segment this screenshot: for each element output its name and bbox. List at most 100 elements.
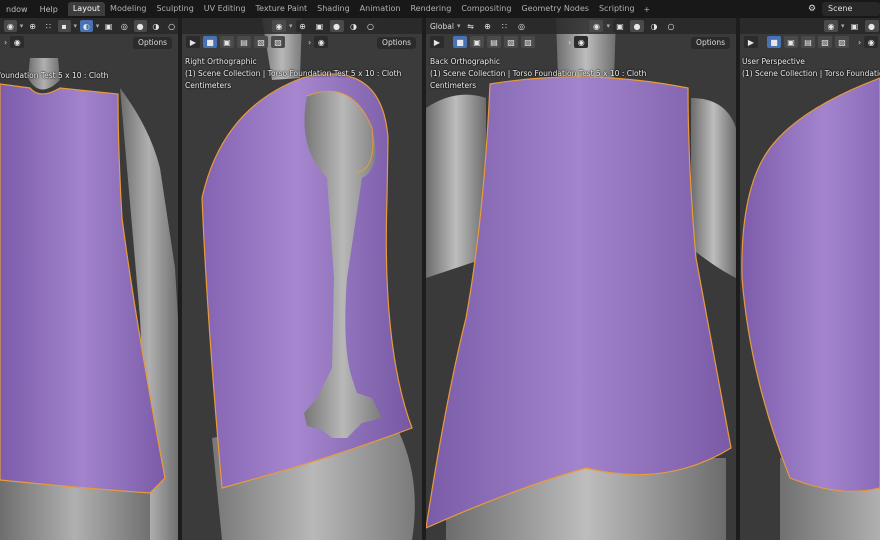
collection-path: (1) Scene Collection | Torso Foundation [742,69,880,78]
gizmo-icon[interactable]: ◉ [864,36,879,48]
chevron-down-icon[interactable]: ▾ [457,22,461,30]
select-mode-new-icon[interactable]: ■ [767,36,781,48]
gizmo-icon[interactable]: ◉ [314,36,329,48]
transform-orientation-dropdown[interactable]: Global [430,22,454,31]
gizmo-icon[interactable]: ◉ [574,36,589,48]
tab-geometry-nodes[interactable]: Geometry Nodes [516,2,593,16]
chevron-right-icon[interactable]: › [568,38,571,47]
shading-solid-icon[interactable]: ● [629,20,644,32]
shading-solid-icon[interactable]: ● [329,20,344,32]
options-dropdown[interactable]: Options [691,37,730,49]
tab-compositing[interactable]: Compositing [456,2,516,16]
xray-icon[interactable]: ▣ [847,20,862,32]
snap-icon[interactable]: ⊕ [480,20,495,32]
chevron-down-icon[interactable]: ▾ [74,22,78,30]
options-dropdown[interactable]: Options [133,37,172,49]
overlay-icon[interactable]: ◐ [80,20,93,32]
tab-layout[interactable]: Layout [67,2,106,16]
viewport-header: Global ▾ ⇋ ⊕ ∷ ◎ ◉ ▾ ▣ ● ◑ ○ [426,18,736,34]
xray-icon[interactable]: ▣ [612,20,627,32]
shading-material-icon[interactable]: ◑ [646,20,661,32]
shading-solid-icon[interactable]: ● [133,20,147,32]
viewport-info: Right Orthographic (1) Scene Collection … [185,56,401,92]
workspace-tabs: Layout Modeling Sculpting UV Editing Tex… [67,0,655,18]
chevron-down-icon[interactable]: ▾ [841,22,845,30]
viewport-front[interactable]: ◉ ▾ ⊕ ∷ ▪ ▾ ◐ ▾ ▣ ◎ ● ◑ ○ › ◉ Options fo… [0,18,178,540]
snap-icon[interactable]: ⊕ [26,20,40,32]
pivot-icon[interactable]: ⇋ [463,20,478,32]
tab-rendering[interactable]: Rendering [405,2,456,16]
select-mode-invert-icon[interactable]: ▧ [818,36,832,48]
menu-window[interactable]: ndow [0,5,34,14]
select-box-icon[interactable]: ▶ [186,36,200,48]
scene-icon[interactable]: ⚙ [804,2,820,16]
view-type-icon[interactable]: ◉ [589,20,604,32]
tab-sculpting[interactable]: Sculpting [151,2,198,16]
chevron-right-icon[interactable]: › [4,38,7,47]
options-dropdown[interactable]: Options [377,37,416,49]
tab-uv-editing[interactable]: UV Editing [199,2,251,16]
collection-path: (1) Scene Collection | Torso Foundation … [430,69,647,78]
tab-animation[interactable]: Animation [355,2,406,16]
chevron-right-icon[interactable]: › [308,38,311,47]
select-box-icon[interactable]: ▶ [430,36,444,48]
add-workspace-button[interactable]: + [640,5,655,14]
viewport-front-canvas [0,18,178,540]
shading-solid-icon[interactable]: ● [864,20,879,32]
view-type-icon[interactable]: ◉ [4,20,17,32]
select-mode-subtract-icon[interactable]: ▤ [487,36,501,48]
grid-icon[interactable]: ∷ [497,20,512,32]
viewport-right-ortho[interactable]: ◉ ▾ ⊕ ▣ ● ◑ ○ ▶ ■ ▣ ▤ ▧ ▨ › ◉ Options Ri… [182,18,422,540]
grid-icon[interactable]: ∷ [42,20,55,32]
viewport-user-perspective[interactable]: ◉ ▾ ▣ ● ▶ ■ ▣ ▤ ▧ ▨ › ◉ User Perspective… [740,18,880,540]
xray-icon[interactable]: ▣ [312,20,327,32]
select-mode-extend-icon[interactable]: ▣ [470,36,484,48]
tab-texture-paint[interactable]: Texture Paint [251,2,313,16]
select-box-icon[interactable]: ▶ [744,36,758,48]
units-label: Centimeters [430,81,477,90]
chevron-down-icon[interactable]: ▾ [20,22,24,30]
chevron-down-icon[interactable]: ▾ [606,22,610,30]
viewport-header: ◉ ▾ ⊕ ∷ ▪ ▾ ◐ ▾ ▣ ◎ ● ◑ ○ [0,18,178,34]
select-mode-subtract-icon[interactable]: ▤ [801,36,815,48]
select-mode-intersect-icon[interactable]: ▨ [835,36,849,48]
viewport-back-ortho[interactable]: Global ▾ ⇋ ⊕ ∷ ◎ ◉ ▾ ▣ ● ◑ ○ ▶ ■ ▣ ▤ ▧ ▨… [426,18,736,540]
viewport-back-canvas [426,18,736,540]
object-icon[interactable]: ▪ [57,20,71,32]
snap-icon[interactable]: ⊕ [295,20,310,32]
shading-material-icon[interactable]: ◑ [149,20,163,32]
shading-material-icon[interactable]: ◑ [346,20,361,32]
chevron-right-icon[interactable]: › [858,38,861,47]
shading-render-icon[interactable]: ○ [363,20,378,32]
view-type-icon[interactable]: ◉ [272,20,286,32]
view-type-icon[interactable]: ◉ [824,20,838,32]
select-mode-invert-icon[interactable]: ▧ [504,36,518,48]
scene-name-field[interactable]: Scene [822,2,880,16]
proportional-icon[interactable]: ◎ [514,20,529,32]
viewport-header: ◉ ▾ ⊕ ▣ ● ◑ ○ [182,18,422,34]
select-mode-intersect-icon[interactable]: ▨ [521,36,535,48]
select-mode-new-icon[interactable]: ■ [453,36,467,48]
select-mode-intersect-icon[interactable]: ▨ [271,36,285,48]
chevron-down-icon[interactable]: ▾ [96,22,100,30]
select-mode-extend-icon[interactable]: ▣ [220,36,234,48]
shading-render-icon[interactable]: ○ [663,20,678,32]
shading-render-icon[interactable]: ○ [165,20,178,32]
tab-modeling[interactable]: Modeling [105,2,151,16]
select-mode-new-icon[interactable]: ■ [203,36,217,48]
viewport-subheader: ▶ ■ ▣ ▤ ▧ ▨ › ◉ [426,34,736,50]
select-mode-invert-icon[interactable]: ▧ [254,36,268,48]
collection-path: foundation Test 5 x 10 : Cloth [0,71,109,80]
view-name: Right Orthographic [185,57,257,66]
menu-help[interactable]: Help [34,5,64,14]
shading-wire-icon[interactable]: ◎ [118,20,131,32]
viewport-subheader: ▶ ■ ▣ ▤ ▧ ▨ › ◉ [740,34,880,50]
chevron-down-icon[interactable]: ▾ [289,22,293,30]
select-mode-extend-icon[interactable]: ▣ [784,36,798,48]
tab-shading[interactable]: Shading [312,2,355,16]
gizmo-icon[interactable]: ◉ [10,36,25,48]
viewport-header: ◉ ▾ ▣ ● [740,18,880,34]
xray-icon[interactable]: ▣ [102,20,116,32]
tab-scripting[interactable]: Scripting [594,2,640,16]
select-mode-subtract-icon[interactable]: ▤ [237,36,251,48]
